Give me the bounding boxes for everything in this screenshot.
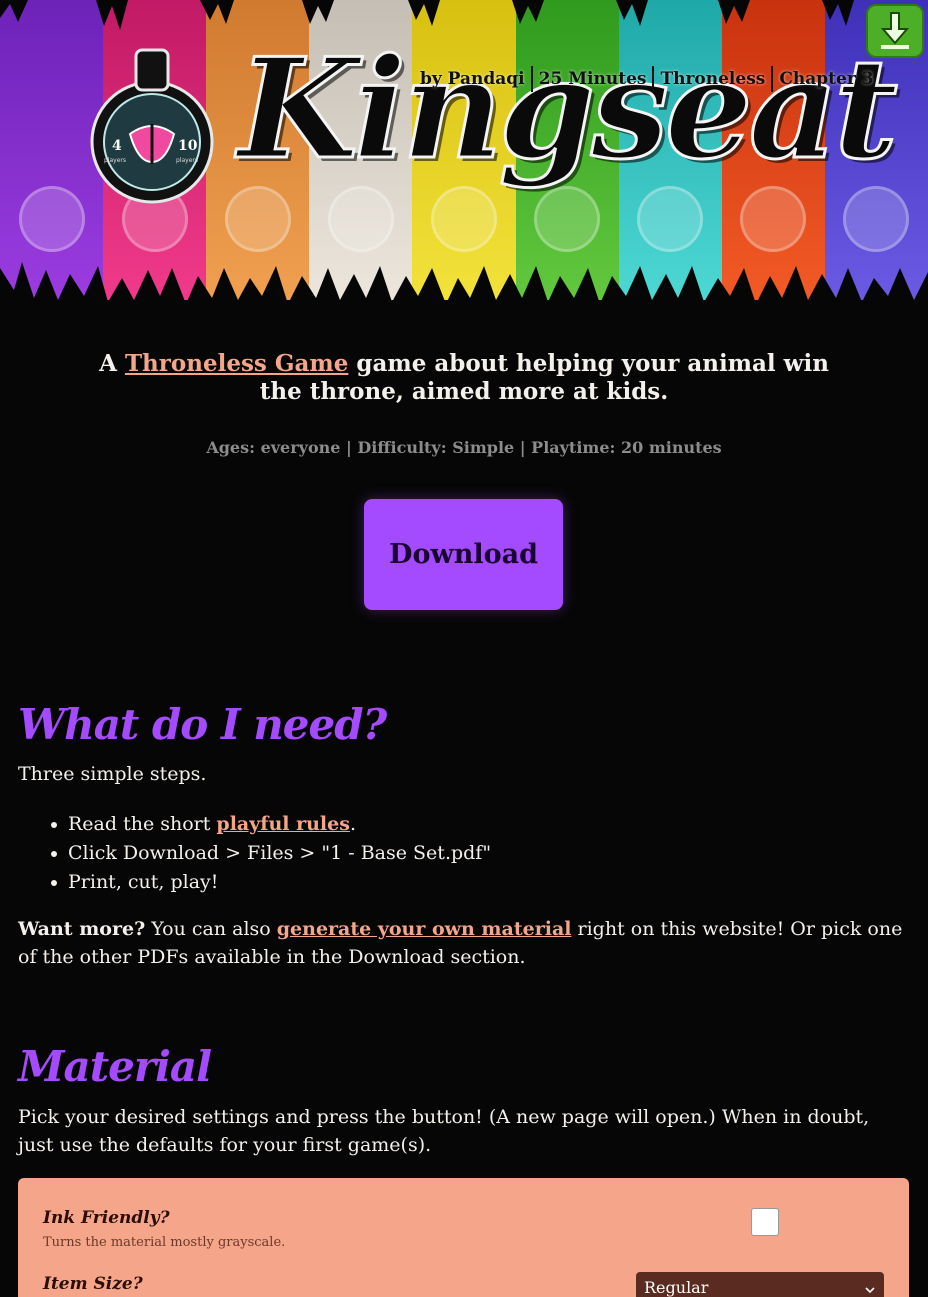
game-meta: Ages: everyone | Difficulty: Simple | Pl… [206,438,722,457]
material-heading: Material [18,1042,212,1091]
settings-panel: Ink Friendly? Turns the material mostly … [18,1178,909,1297]
list-item: Print, cut, play! [50,868,491,897]
subtitle-duration: 25 Minutes [533,66,655,92]
playful-rules-link[interactable]: playful rules [216,813,350,835]
throneless-game-link[interactable]: Throneless Game [125,350,348,377]
badge-min-players: 4 [112,138,122,154]
intro-prefix: A [99,350,125,377]
ink-friendly-label: Ink Friendly? [43,1208,170,1228]
download-arrow-button[interactable] [866,4,924,58]
intro-suffix: game about helping your animal win [348,350,829,377]
step-text: Read the short [68,813,217,835]
intro-tagline: A Throneless Game game about helping you… [0,350,928,406]
download-arrow-icon [880,12,910,49]
want-more-paragraph: Want more? You can also generate your ow… [18,915,910,971]
badge-max-label: players [176,157,198,164]
want-more-label: Want more? [18,918,146,940]
list-item: Click Download > Files > "1 - Base Set.p… [50,839,492,868]
ink-friendly-checkbox[interactable] [751,1208,779,1236]
chevron-down-icon [865,1287,875,1294]
generate-material-link[interactable]: generate your own material [277,918,572,940]
header-banner: 4 players 10 players Kingseat by Pandaqi… [0,0,928,320]
material-intro: Pick your desired settings and press the… [18,1106,870,1156]
subtitle-series: Throneless [654,66,774,92]
step-text: Print, cut, play! [68,871,219,893]
item-size-select[interactable]: Regular [636,1272,884,1297]
download-button[interactable]: Download [364,499,563,610]
subtitle-chapter: Chapter 3 [779,69,874,89]
need-intro: Three simple steps. [18,763,207,785]
subtitle-author: by Pandaqi [414,66,533,92]
intro-line2: the throne, aimed more at kids. [259,378,669,405]
want-more-text: You can also [145,918,277,940]
player-count-badge: 4 players 10 players [90,48,214,204]
steps-list: Read the short playful rules. Click Down… [50,810,492,897]
item-size-label: Item Size? [43,1274,143,1294]
badge-max-players: 10 [178,138,198,154]
step-text: Click Download > Files > "1 - Base Set.p… [68,842,492,864]
list-item: Read the short playful rules. [50,810,491,839]
step-text-end: . [349,813,356,835]
item-size-value: Regular [644,1278,709,1297]
ink-friendly-help: Turns the material mostly grayscale. [43,1235,286,1250]
game-title: Kingseat [237,27,900,190]
badge-min-label: players [104,157,126,164]
what-do-i-need-heading: What do I need? [18,700,387,749]
subtitle-row: by Pandaqi 25 Minutes Throneless Chapter… [414,66,880,92]
